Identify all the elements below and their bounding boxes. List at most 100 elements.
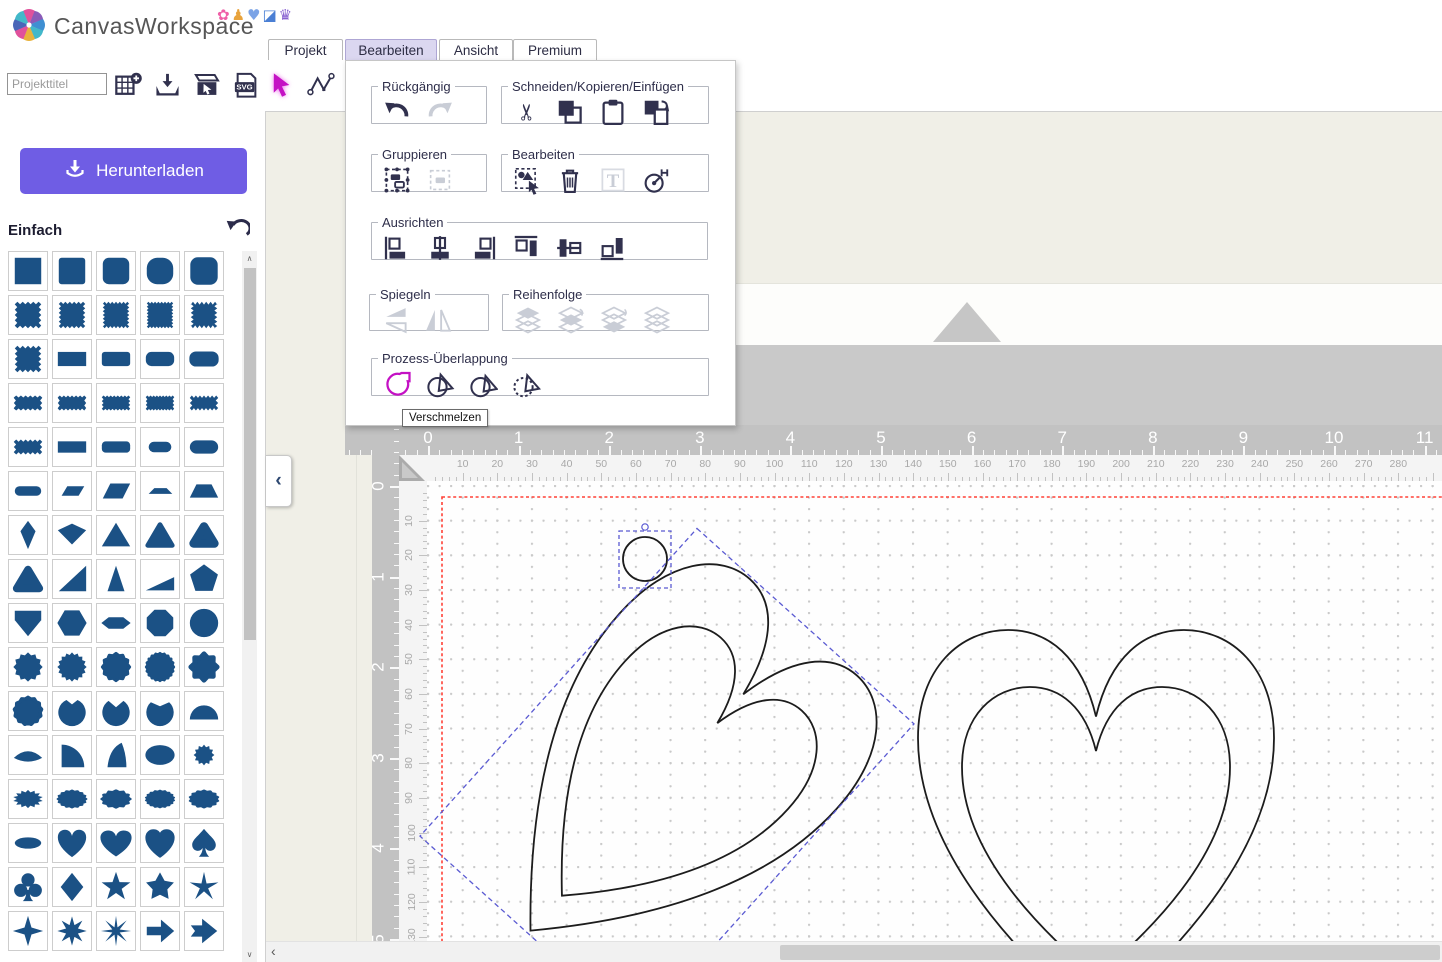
scroll-up-icon[interactable]: ∧ — [242, 251, 257, 266]
shape-trapezoid-thin[interactable] — [140, 471, 180, 511]
shape-triangle-rounded[interactable] — [140, 515, 180, 555]
shape-sail[interactable] — [96, 735, 136, 775]
shape-tulip[interactable] — [96, 691, 136, 731]
new-template-icon[interactable] — [112, 69, 144, 101]
shape-right-triangle[interactable] — [52, 559, 92, 599]
shape-hexagon-thin[interactable] — [96, 603, 136, 643]
shape-arrow-right[interactable] — [140, 911, 180, 951]
tab-projekt[interactable]: Projekt — [268, 39, 343, 62]
shape-arrow-notch[interactable] — [184, 911, 224, 951]
shape-scallop-ellipse-3[interactable] — [140, 779, 180, 819]
shape-pentagon[interactable] — [184, 559, 224, 599]
exclude-icon[interactable] — [511, 369, 541, 399]
shape-scallop-ellipse-2[interactable] — [96, 779, 136, 819]
shape-flower-8[interactable] — [184, 647, 224, 687]
shape-square-rounded-md[interactable] — [96, 251, 136, 291]
shape-right-triangle-flat[interactable] — [140, 559, 180, 599]
shape-kite-wide[interactable] — [52, 515, 92, 555]
shape-rect[interactable] — [52, 339, 92, 379]
scroll-down-icon[interactable]: ∨ — [242, 947, 257, 962]
tab-bearbeiten[interactable]: Bearbeiten — [345, 39, 437, 62]
align-left-icon[interactable] — [382, 233, 412, 263]
shape-stamp-square-6[interactable] — [8, 339, 48, 379]
shape-pill[interactable] — [184, 427, 224, 467]
shape-stamp-square-3[interactable] — [96, 295, 136, 335]
back-arrow-icon[interactable] — [224, 216, 250, 242]
shape-star-4[interactable] — [8, 911, 48, 951]
shape-triangle-narrow[interactable] — [96, 559, 136, 599]
scroll-left-icon[interactable]: ‹ — [271, 943, 276, 959]
shape-leaf[interactable] — [8, 735, 48, 775]
align-top-icon[interactable] — [511, 233, 541, 263]
send-to-mat-icon[interactable] — [191, 69, 223, 101]
download-tray-icon[interactable] — [151, 69, 183, 101]
shape-circle[interactable] — [184, 603, 224, 643]
shape-stamp-rect-1[interactable] — [8, 383, 48, 423]
paste-icon[interactable] — [598, 97, 628, 127]
sidebar-scrollbar-thumb[interactable] — [244, 268, 256, 640]
shape-star-5-thin[interactable] — [184, 867, 224, 907]
sidebar-collapse-button[interactable]: ‹ — [266, 455, 292, 507]
intersect-icon[interactable] — [468, 369, 498, 399]
shape-star-5-fat[interactable] — [140, 867, 180, 907]
shape-stamp-rect-6[interactable] — [8, 427, 48, 467]
weld-icon[interactable] — [382, 369, 412, 399]
shape-triangle[interactable] — [96, 515, 136, 555]
shape-stamp-rect-2[interactable] — [52, 383, 92, 423]
shape-heart[interactable] — [52, 823, 92, 863]
shape-quarter-circle[interactable] — [52, 735, 92, 775]
shape-heart-scallop[interactable] — [140, 823, 180, 863]
undo-icon[interactable] — [382, 97, 412, 127]
horizontal-scrollbar-thumb[interactable] — [780, 945, 1440, 960]
shape-star-5[interactable] — [96, 867, 136, 907]
shape-octagon[interactable] — [140, 603, 180, 643]
flower-icon[interactable]: ✿ — [217, 6, 230, 24]
shape-kite[interactable] — [8, 515, 48, 555]
shape-hexagon[interactable] — [52, 603, 92, 643]
path-edit-icon[interactable] — [305, 69, 337, 101]
shape-parallelogram-thin[interactable] — [52, 471, 92, 511]
shape-scallop-ellipse-4[interactable] — [184, 779, 224, 819]
shape-shield[interactable] — [8, 603, 48, 643]
shape-stamp-rect-4[interactable] — [140, 383, 180, 423]
shape-diamond[interactable] — [52, 867, 92, 907]
shape-rect-wide-rounded[interactable] — [96, 427, 136, 467]
shape-square[interactable] — [8, 251, 48, 291]
shape-stamp-square-2[interactable] — [52, 295, 92, 335]
subtract-icon[interactable] — [425, 369, 455, 399]
shape-triangle-soft[interactable] — [184, 515, 224, 555]
sidebar-scrollbar[interactable]: ∧ ∨ — [242, 251, 257, 962]
shape-trapezoid[interactable] — [184, 471, 224, 511]
align-middle-v-icon[interactable] — [554, 233, 584, 263]
shape-parallelogram[interactable] — [96, 471, 136, 511]
shape-stamp-square-1[interactable] — [8, 295, 48, 335]
photo-icon[interactable]: ◪ — [262, 6, 276, 24]
shape-rect-barrel[interactable] — [184, 339, 224, 379]
shape-seal-16[interactable] — [52, 647, 92, 687]
shape-rect-rounded-sm[interactable] — [96, 339, 136, 379]
shape-notch-circle[interactable] — [52, 691, 92, 731]
shape-seal-12[interactable] — [8, 647, 48, 687]
tab-premium[interactable]: Premium — [513, 39, 597, 62]
shape-stamp-rect-5[interactable] — [184, 383, 224, 423]
shape-heart-wide[interactable] — [96, 823, 136, 863]
copy-icon[interactable] — [555, 97, 585, 127]
shape-star-8[interactable] — [52, 911, 92, 951]
cut-icon[interactable]: ✂ — [512, 97, 542, 127]
shape-burst-ellipse[interactable] — [8, 779, 48, 819]
shape-scallop-12[interactable] — [96, 647, 136, 687]
shape-square-rounded-sm[interactable] — [52, 251, 92, 291]
select-cursor-icon[interactable] — [264, 69, 296, 101]
align-bottom-icon[interactable] — [597, 233, 627, 263]
stamp-icon[interactable]: ♟ — [232, 6, 245, 24]
align-center-h-icon[interactable] — [425, 233, 455, 263]
shape-stamp-square-4[interactable] — [140, 295, 180, 335]
cutting-mat[interactable] — [427, 481, 1442, 941]
project-title-input[interactable] — [7, 73, 107, 95]
shape-square-rounded-lg[interactable] — [140, 251, 180, 291]
shape-club[interactable] — [8, 867, 48, 907]
shape-burst-8[interactable] — [96, 911, 136, 951]
shape-tulip-wide[interactable] — [140, 691, 180, 731]
rotate-icon[interactable] — [641, 165, 671, 195]
crown-icon[interactable]: ♛ — [279, 6, 292, 24]
